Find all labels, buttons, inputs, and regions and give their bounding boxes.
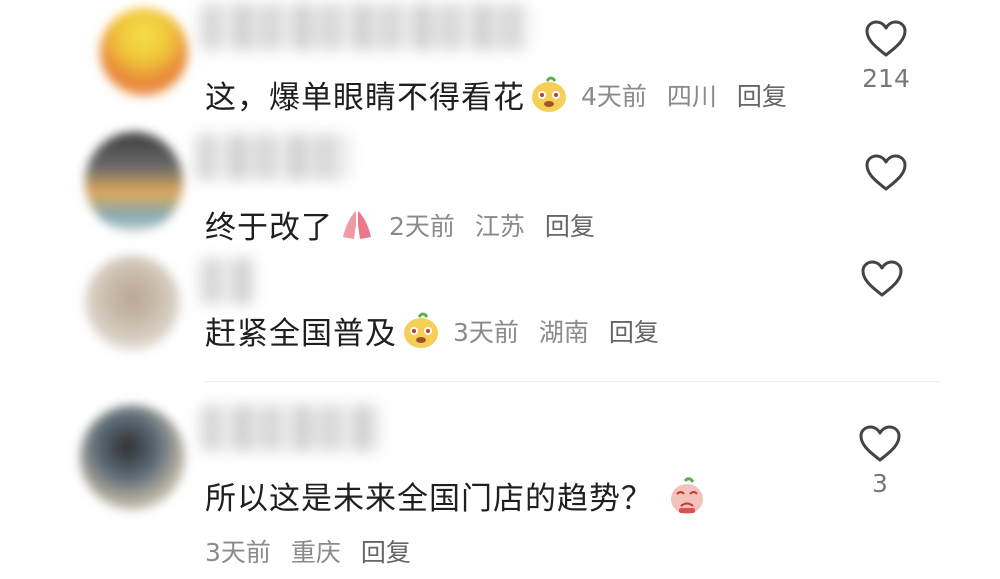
reply-button[interactable]: 回复 bbox=[609, 318, 659, 347]
comment-text: 赶紧全国普及 bbox=[205, 316, 397, 352]
heart-icon bbox=[861, 260, 903, 297]
comment-text: 所以这是未来全国门店的趋势？ bbox=[205, 481, 653, 517]
like-button[interactable]: 214 bbox=[856, 20, 916, 93]
comment-item: 所以这是未来全国门店的趋势？ 3天前 重庆 回复 3 bbox=[0, 395, 1000, 579]
comment-item: 这，爆单眼睛不得看花 4天前 四川 回复 214 bbox=[0, 0, 1000, 120]
pray-emoji bbox=[343, 210, 371, 239]
username-redacted[interactable] bbox=[195, 134, 350, 180]
comment-time: 3天前 bbox=[205, 538, 271, 567]
like-count: 214 bbox=[862, 64, 910, 93]
heart-icon bbox=[859, 425, 901, 462]
reply-button[interactable]: 回复 bbox=[361, 538, 411, 567]
avatar[interactable] bbox=[85, 132, 183, 232]
comment-item: 终于改了 2天前 江苏 回复 bbox=[0, 120, 1000, 250]
divider bbox=[205, 381, 940, 382]
reply-button[interactable]: 回复 bbox=[737, 82, 787, 111]
avatar[interactable] bbox=[100, 8, 188, 96]
heart-icon bbox=[865, 20, 907, 57]
username-redacted[interactable] bbox=[200, 405, 380, 451]
like-button[interactable] bbox=[856, 154, 916, 192]
comment-time: 4天前 bbox=[581, 81, 647, 111]
comment-location: 湖南 bbox=[538, 317, 589, 347]
comment-item: 赶紧全国普及 3天前 湖南 回复 bbox=[0, 250, 1000, 380]
comment-time: 3天前 bbox=[453, 317, 519, 347]
reply-button[interactable]: 回复 bbox=[545, 212, 595, 241]
username-redacted[interactable] bbox=[200, 4, 530, 50]
like-button[interactable] bbox=[852, 260, 912, 298]
comment-location: 江苏 bbox=[474, 211, 525, 241]
doge-emoji bbox=[532, 76, 566, 112]
pleading-emoji bbox=[671, 476, 703, 514]
heart-icon bbox=[865, 154, 907, 191]
comment-location: 四川 bbox=[666, 81, 717, 111]
comment-feed: 这，爆单眼睛不得看花 4天前 四川 回复 214 终于改了 2天前 江苏 回复 … bbox=[0, 0, 1000, 579]
like-count: 3 bbox=[872, 469, 888, 498]
avatar[interactable] bbox=[85, 255, 180, 350]
username-redacted[interactable] bbox=[200, 258, 255, 304]
avatar[interactable] bbox=[80, 405, 185, 510]
comment-text: 这，爆单眼睛不得看花 bbox=[205, 80, 525, 116]
doge-emoji bbox=[404, 312, 438, 348]
comment-text: 终于改了 bbox=[205, 210, 333, 246]
like-button[interactable]: 3 bbox=[850, 425, 910, 498]
comment-time: 2天前 bbox=[389, 211, 455, 241]
comment-location: 重庆 bbox=[290, 538, 341, 567]
